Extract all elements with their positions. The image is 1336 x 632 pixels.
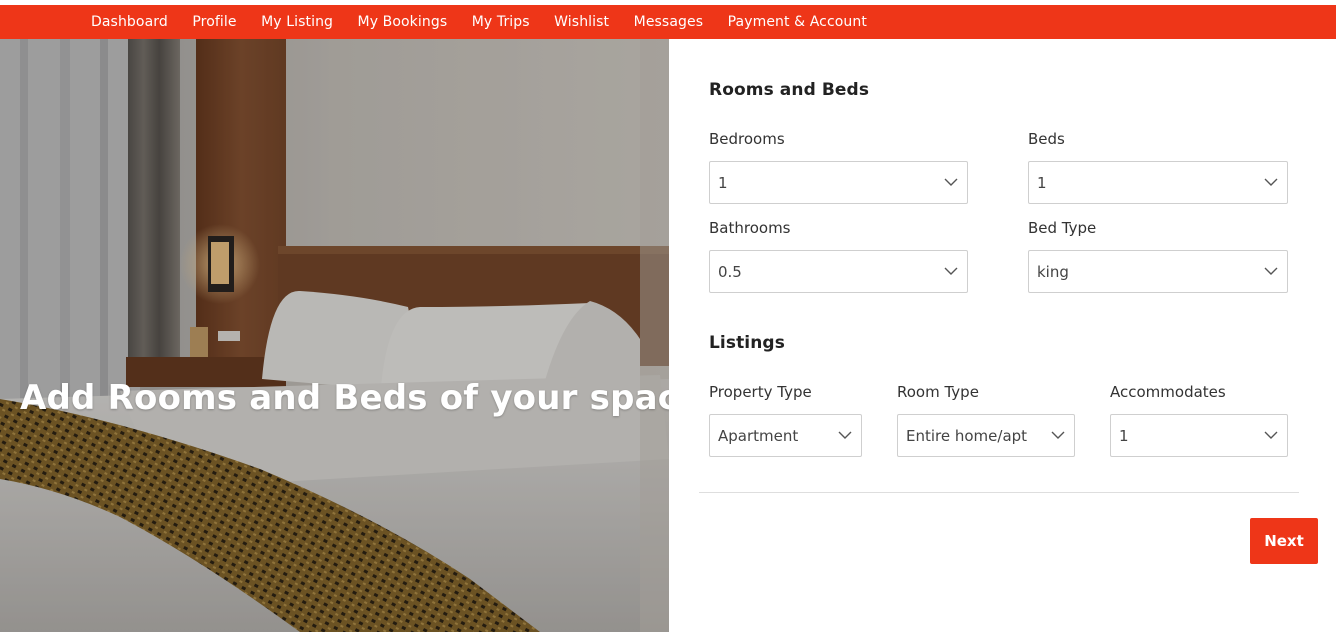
beds-label: Beds xyxy=(1028,130,1065,148)
hotel-bedroom-photo xyxy=(0,39,669,632)
bedrooms-label: Bedrooms xyxy=(709,130,785,148)
bed-type-value: king xyxy=(1037,263,1069,281)
nav-item-dashboard[interactable]: Dashboard xyxy=(91,14,168,30)
hero-panel: Add Rooms and Beds of your space xyxy=(0,39,669,632)
chevron-down-icon xyxy=(944,267,958,275)
chevron-down-icon xyxy=(1264,431,1278,439)
chevron-down-icon xyxy=(944,178,958,186)
nav-item-messages[interactable]: Messages xyxy=(634,14,703,30)
room-type-select[interactable]: Entire home/apt xyxy=(897,414,1075,457)
chevron-down-icon xyxy=(1264,267,1278,275)
chevron-down-icon xyxy=(1051,431,1065,439)
bed-type-label: Bed Type xyxy=(1028,219,1097,237)
property-type-value: Apartment xyxy=(718,427,799,445)
bathrooms-select[interactable]: 0.5 xyxy=(709,250,968,293)
accommodates-value: 1 xyxy=(1119,427,1129,445)
nav-item-my-bookings[interactable]: My Bookings xyxy=(358,14,448,30)
nav-item-wishlist[interactable]: Wishlist xyxy=(554,14,609,30)
top-navigation: Dashboard Profile My Listing My Bookings… xyxy=(0,5,1336,39)
chevron-down-icon xyxy=(1264,178,1278,186)
room-type-label: Room Type xyxy=(897,383,979,401)
beds-select[interactable]: 1 xyxy=(1028,161,1288,204)
rooms-section-title: Rooms and Beds xyxy=(709,80,870,100)
property-type-label: Property Type xyxy=(709,383,812,401)
form-divider xyxy=(699,492,1299,493)
bedrooms-value: 1 xyxy=(718,174,728,192)
accommodates-label: Accommodates xyxy=(1110,383,1226,401)
chevron-down-icon xyxy=(838,431,852,439)
nav-list: Dashboard Profile My Listing My Bookings… xyxy=(0,5,1336,39)
next-button[interactable]: Next xyxy=(1250,518,1318,564)
beds-value: 1 xyxy=(1037,174,1047,192)
nav-item-my-trips[interactable]: My Trips xyxy=(472,14,530,30)
room-type-value: Entire home/apt xyxy=(906,427,1028,445)
property-type-select[interactable]: Apartment xyxy=(709,414,862,457)
listing-form: Rooms and Beds Bedrooms 1 Beds 1 Bathroo… xyxy=(669,39,1336,632)
hero-title: Add Rooms and Beds of your space xyxy=(20,378,669,418)
bedrooms-select[interactable]: 1 xyxy=(709,161,968,204)
listings-section-title: Listings xyxy=(709,333,785,353)
nav-item-payment-account[interactable]: Payment & Account xyxy=(728,14,867,30)
nav-item-my-listing[interactable]: My Listing xyxy=(261,14,333,30)
bathrooms-label: Bathrooms xyxy=(709,219,791,237)
bed-type-select[interactable]: king xyxy=(1028,250,1288,293)
accommodates-select[interactable]: 1 xyxy=(1110,414,1288,457)
nav-item-profile[interactable]: Profile xyxy=(192,14,236,30)
bathrooms-value: 0.5 xyxy=(718,263,742,281)
